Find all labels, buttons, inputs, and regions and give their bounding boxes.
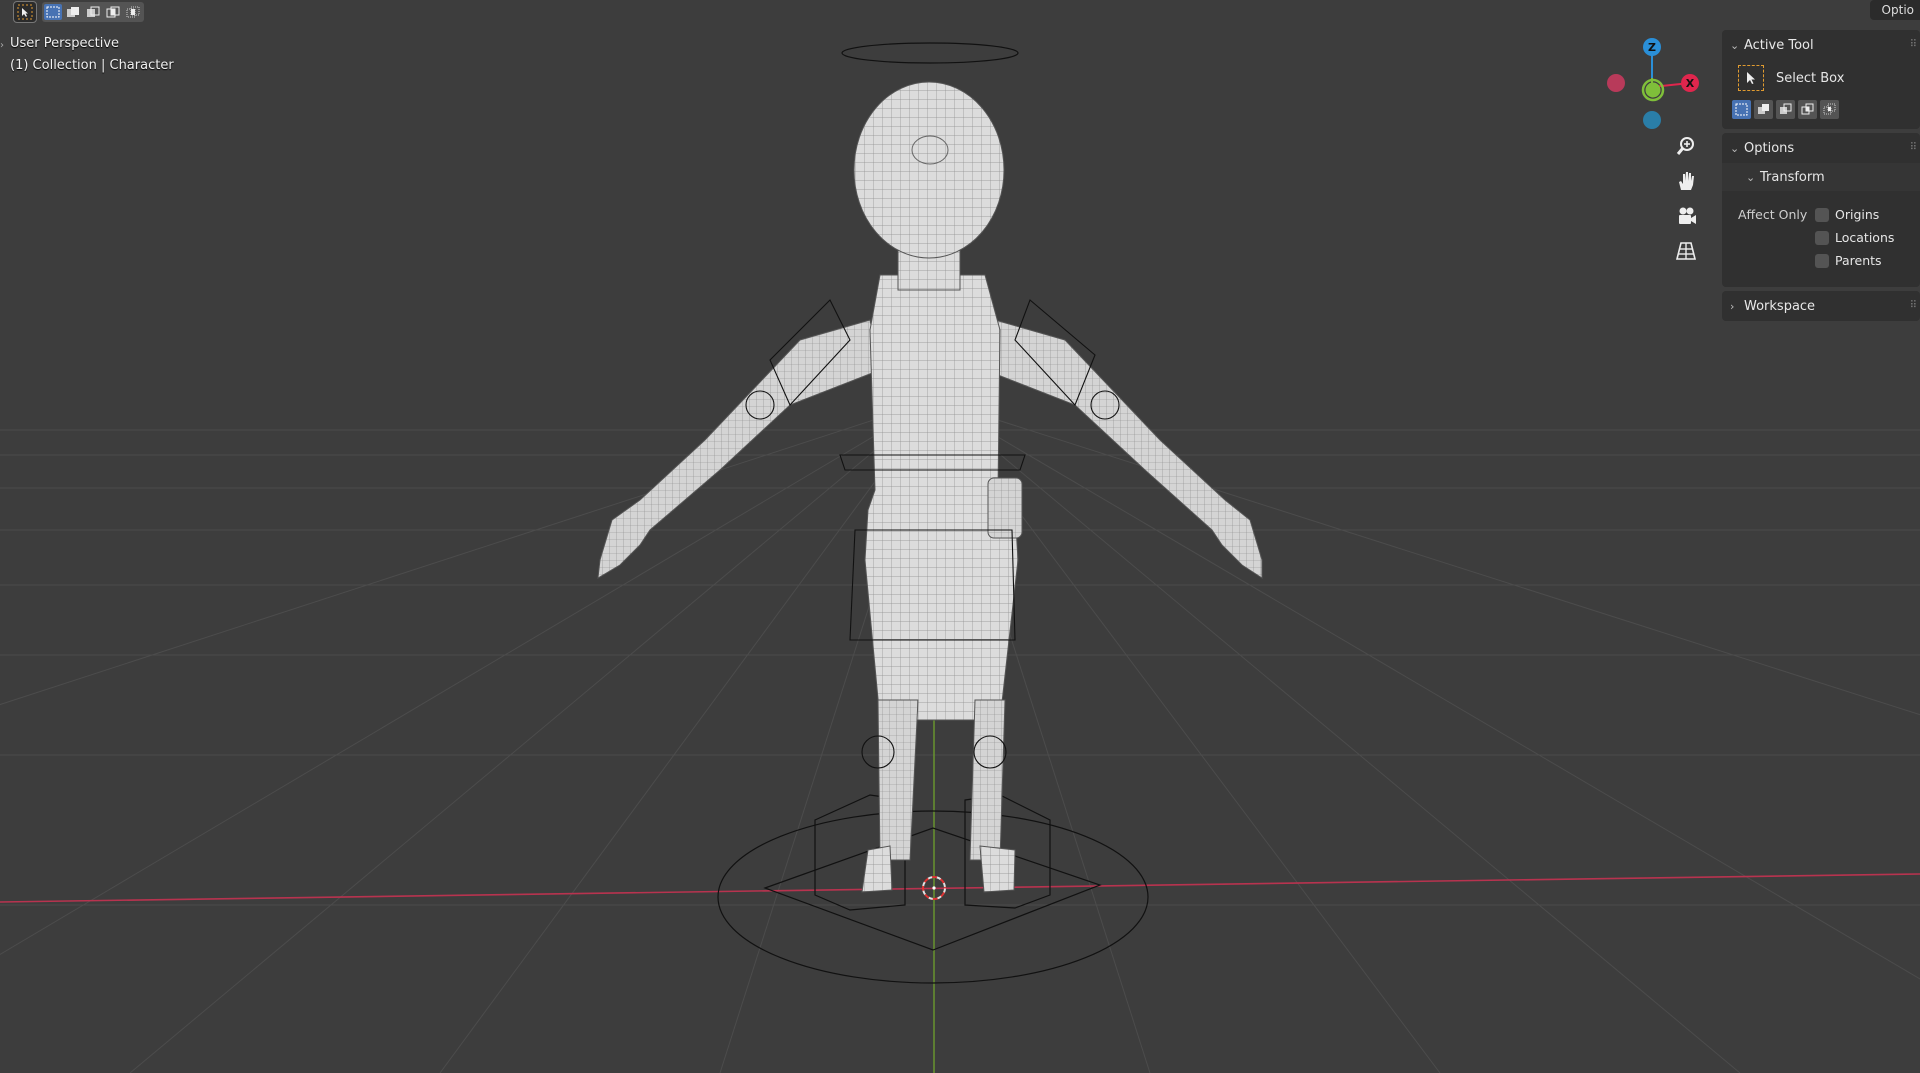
select-cursor-icon	[17, 4, 33, 20]
parents-checkbox[interactable]	[1815, 253, 1829, 268]
pan-button[interactable]	[1672, 167, 1700, 195]
origins-label: Origins	[1835, 207, 1880, 222]
mode-invert-icon[interactable]	[104, 4, 122, 20]
active-tool-modes	[1722, 96, 1920, 129]
camera-view-button[interactable]	[1672, 202, 1700, 230]
chevron-down-icon: ⌄	[1730, 141, 1740, 155]
locations-checkbox[interactable]	[1815, 230, 1829, 245]
neg-x-axis-icon	[1607, 74, 1625, 92]
select-box-icon	[1738, 65, 1764, 91]
options-panel: ⌄ Options ⠿ ⌄ Transform Affect Only Orig…	[1722, 133, 1920, 287]
neg-z-axis-icon	[1643, 111, 1661, 129]
z-axis-label: Z	[1648, 41, 1656, 54]
viewport-scene	[0, 42, 1920, 1073]
origins-checkbox-row[interactable]: Origins	[1815, 207, 1879, 222]
parents-checkbox-row[interactable]: Parents	[1815, 253, 1882, 268]
mode-intersect-icon[interactable]	[124, 4, 142, 20]
character-mesh	[597, 81, 1263, 893]
locations-checkbox-row[interactable]: Locations	[1815, 230, 1894, 245]
chevron-down-icon: ⌄	[1746, 170, 1756, 184]
mode-extend-icon[interactable]	[64, 4, 82, 20]
3d-viewport[interactable]	[0, 0, 1920, 1073]
perspective-toggle-button[interactable]	[1672, 237, 1700, 265]
drag-handle-icon[interactable]: ⠿	[1910, 142, 1917, 153]
origins-checkbox[interactable]	[1815, 207, 1829, 222]
perspective-grid-icon	[1675, 242, 1697, 260]
options-button[interactable]: Optio	[1869, 0, 1920, 20]
chevron-right-icon: ›	[1730, 299, 1735, 313]
mode-new-icon[interactable]	[1732, 100, 1751, 119]
active-tool-title: Active Tool	[1744, 37, 1814, 53]
transform-subpanel-header[interactable]: ⌄ Transform	[1722, 163, 1920, 191]
transform-title: Transform	[1760, 169, 1825, 185]
parents-label: Parents	[1835, 253, 1882, 268]
zoom-button[interactable]	[1672, 132, 1700, 160]
workspace-header[interactable]: › Workspace ⠿	[1722, 291, 1920, 321]
affect-only-label: Affect Only	[1738, 207, 1808, 222]
active-tool-header[interactable]: ⌄ Active Tool ⠿	[1722, 30, 1920, 60]
drag-handle-icon[interactable]: ⠿	[1910, 39, 1917, 50]
active-tool-panel: ⌄ Active Tool ⠿ Select Box	[1722, 30, 1920, 129]
hand-pan-icon	[1679, 172, 1694, 190]
active-tool-name: Select Box	[1776, 70, 1845, 86]
sidebar: ⌄ Active Tool ⠿ Select Box ⌄ Options ⠿ ⌄…	[1722, 30, 1920, 325]
options-title: Options	[1744, 140, 1795, 156]
workspace-panel: › Workspace ⠿	[1722, 291, 1920, 321]
mode-subtract-icon[interactable]	[84, 4, 102, 20]
mode-invert-icon[interactable]	[1798, 100, 1817, 119]
orientation-gizmo[interactable]: Z X	[1600, 30, 1710, 140]
header-tools	[13, 1, 144, 23]
chevron-down-icon: ⌄	[1730, 38, 1740, 52]
view-name-label: User Perspective	[10, 36, 120, 51]
collection-info-label: (1) Collection | Character	[10, 58, 174, 73]
camera-icon	[1679, 207, 1696, 224]
x-axis-line	[0, 873, 1920, 903]
mode-subtract-icon[interactable]	[1776, 100, 1795, 119]
select-tool-button[interactable]	[13, 1, 37, 23]
workspace-title: Workspace	[1744, 298, 1816, 314]
mode-extend-icon[interactable]	[1754, 100, 1773, 119]
active-tool-row[interactable]: Select Box	[1722, 60, 1920, 96]
mode-intersect-icon[interactable]	[1820, 100, 1839, 119]
mode-new-icon[interactable]	[44, 4, 62, 20]
locations-label: Locations	[1835, 230, 1895, 245]
drag-handle-icon[interactable]: ⠿	[1910, 300, 1917, 311]
affect-only-group: Affect Only Origins Locations Parents	[1722, 191, 1920, 287]
zoom-icon	[1676, 137, 1694, 155]
options-header[interactable]: ⌄ Options ⠿	[1722, 133, 1920, 163]
selection-mode-group	[42, 2, 144, 22]
expand-toolbar-icon[interactable]: ›	[0, 40, 4, 51]
x-axis-label: X	[1686, 77, 1695, 90]
